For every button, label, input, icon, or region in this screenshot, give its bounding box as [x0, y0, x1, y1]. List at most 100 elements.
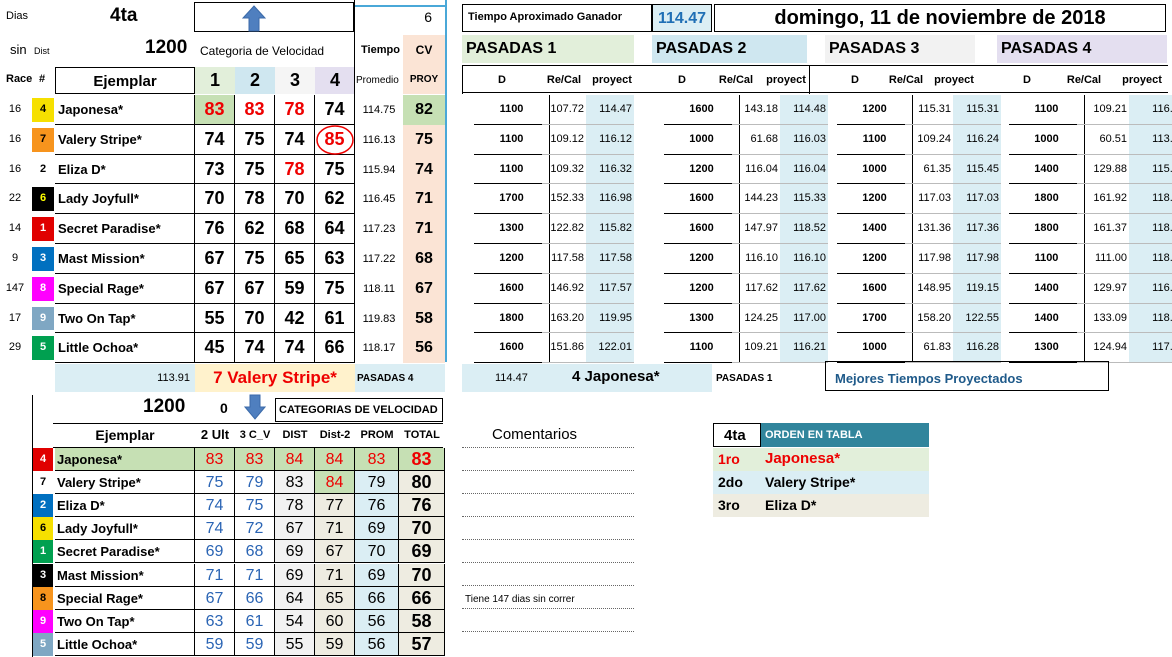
pasadas-2-title: PASADAS 2 [652, 35, 807, 63]
lower-val-1: 83 [195, 448, 235, 472]
lower-col-dist: DIST [282, 429, 308, 441]
cat-3-value: 78 [275, 95, 315, 125]
lower-horse-name: Japonesa* [55, 448, 195, 472]
p2-distance: 1200 [664, 154, 740, 185]
p4-distance: 1300 [1009, 333, 1085, 364]
p3-proyect: 122.55 [953, 303, 1001, 334]
lower-val-6: 83 [399, 448, 445, 472]
runners-table: 16 4 Japonesa* 83 83 78 74 114.75 82 1100 107.72 11… [0, 95, 1172, 364]
p1-distance: 1100 [474, 154, 550, 185]
lower-val-6: 70 [399, 517, 445, 541]
p2-proyect: 116.03 [780, 124, 828, 155]
post-number: 8 [32, 276, 54, 301]
post-number: 7 [32, 127, 54, 152]
p3-proyect: 115.31 [953, 95, 1001, 125]
best-pasada: PASADAS 4 [357, 373, 414, 384]
p3-recal: 109.24 [905, 125, 953, 155]
winner-time-label: Tiempo Aproximado Ganador [468, 11, 623, 23]
runner-row: 147 8 Special Rage* 67 67 59 75 118.11 67 1600 146… [0, 273, 1172, 304]
lower-post-number: 3 [33, 563, 53, 587]
horse-name: Little Ochoa* [55, 333, 195, 364]
lower-val-2: 61 [235, 609, 275, 633]
cat-1-value: 74 [195, 124, 235, 155]
dias-label: Dias [6, 10, 29, 22]
p2-proyect: 117.00 [780, 303, 828, 334]
post-number: 2 [32, 157, 54, 182]
cat-2-value: 70 [235, 303, 275, 334]
winner-time-header: Tiempo Aproximado Ganador 114.47 domingo… [462, 4, 1166, 34]
lower-row: 7 Valery Stripe* 75 79 83 84 79 80 [0, 471, 460, 495]
lower-distance: 1200 [143, 396, 186, 417]
runner-row: 29 5 Little Ochoa* 45 74 74 66 118.17 56 1600 151.… [0, 333, 1172, 364]
cat-3-value: 42 [275, 303, 315, 334]
horse-name: Lady Joyfull* [55, 184, 195, 215]
lower-val-6: 57 [399, 632, 445, 656]
lower-val-1: 63 [195, 609, 235, 633]
p3-proyect: 116.24 [953, 124, 1001, 155]
cat-3-value: 74 [275, 333, 315, 364]
p2-recal: 61.68 [732, 125, 780, 155]
orden-name-3: Eliza D* [765, 497, 817, 513]
p3-proyect: 117.03 [953, 184, 1001, 215]
p2-recal-label: Re/Cal [718, 74, 754, 86]
cat-4-value: 62 [315, 184, 355, 215]
lower-val-3: 84 [275, 448, 315, 472]
p4-recal: 111.00 [1077, 244, 1129, 274]
p4-proyect: 118.50 [1129, 244, 1172, 274]
lower-val-3: 54 [275, 609, 315, 633]
cat-3-value: 70 [275, 184, 315, 215]
lower-post-number: 4 [33, 448, 53, 472]
pasadas-subheader: D Re/Cal proyect D Re/Cal proyect D Re/C… [462, 65, 1168, 94]
p1-proyect: 122.01 [586, 333, 634, 364]
cv-proy: 82 [403, 95, 445, 125]
lower-horse-name: Eliza D* [55, 494, 195, 518]
cat-1-value: 67 [195, 244, 235, 274]
cat-1-value: 70 [195, 184, 235, 215]
p4-distance: 1400 [1009, 154, 1085, 185]
cv-proy: 75 [403, 124, 445, 155]
p3-d-label: D [851, 74, 859, 86]
tiempo-promedio: 117.23 [362, 223, 396, 236]
p2-proyect: 116.04 [780, 154, 828, 185]
p1-proyect: 115.82 [586, 214, 634, 244]
cv-proy: 71 [403, 214, 445, 244]
lower-val-3: 64 [275, 586, 315, 610]
tiempo-promedio: 117.22 [362, 253, 396, 265]
p4-proyect: 118.27 [1129, 214, 1172, 244]
lower-horse-name: Lady Joyfull* [55, 517, 195, 541]
lower-val-4: 77 [315, 494, 355, 518]
lower-cat-label: CATEGORIAS DE VELOCIDAD [275, 398, 443, 422]
race-days: 14 [8, 222, 22, 235]
p2-recal: 116.10 [732, 244, 780, 274]
race-days: 16 [8, 103, 22, 115]
lower-post-number: 1 [33, 540, 53, 564]
cat-3-value: 74 [275, 124, 315, 155]
cat-2-value: 75 [235, 124, 275, 155]
horse-name: Eliza D* [55, 154, 195, 185]
lower-val-1: 74 [195, 517, 235, 541]
p4-proyect-label: proyect [1122, 74, 1162, 86]
p1-proyect: 114.47 [586, 95, 634, 125]
cat-4-value: 63 [315, 244, 355, 274]
comment-note: Tiene 147 dias sin correr [465, 594, 575, 605]
p1-recal: 163.20 [542, 304, 586, 334]
cat-1-value: 83 [195, 95, 235, 125]
post-number: 3 [32, 247, 54, 271]
lower-val-2: 59 [235, 632, 275, 656]
lower-val-3: 69 [275, 563, 315, 587]
horse-name: Valery Stripe* [55, 124, 195, 155]
count-value: 6 [424, 9, 432, 25]
lower-row: 9 Two On Tap* 63 61 54 60 56 58 [0, 609, 460, 633]
p3-distance: 1200 [837, 184, 913, 215]
lower-horse-name: Special Rage* [55, 586, 195, 610]
tiempo-promedio: 114.75 [362, 104, 396, 116]
lower-val-6: 80 [399, 471, 445, 495]
p2-proyect: 117.62 [780, 273, 828, 304]
lower-horse-name: Secret Paradise* [55, 540, 195, 564]
post-number: 5 [32, 336, 54, 361]
lower-row: 2 Eliza D* 74 75 78 77 76 76 [0, 494, 460, 518]
p2-proyect: 115.33 [780, 184, 828, 215]
second-time: 114.47 [495, 372, 528, 384]
p3-recal: 61.35 [905, 155, 953, 185]
cat-4-value: 66 [315, 333, 355, 364]
